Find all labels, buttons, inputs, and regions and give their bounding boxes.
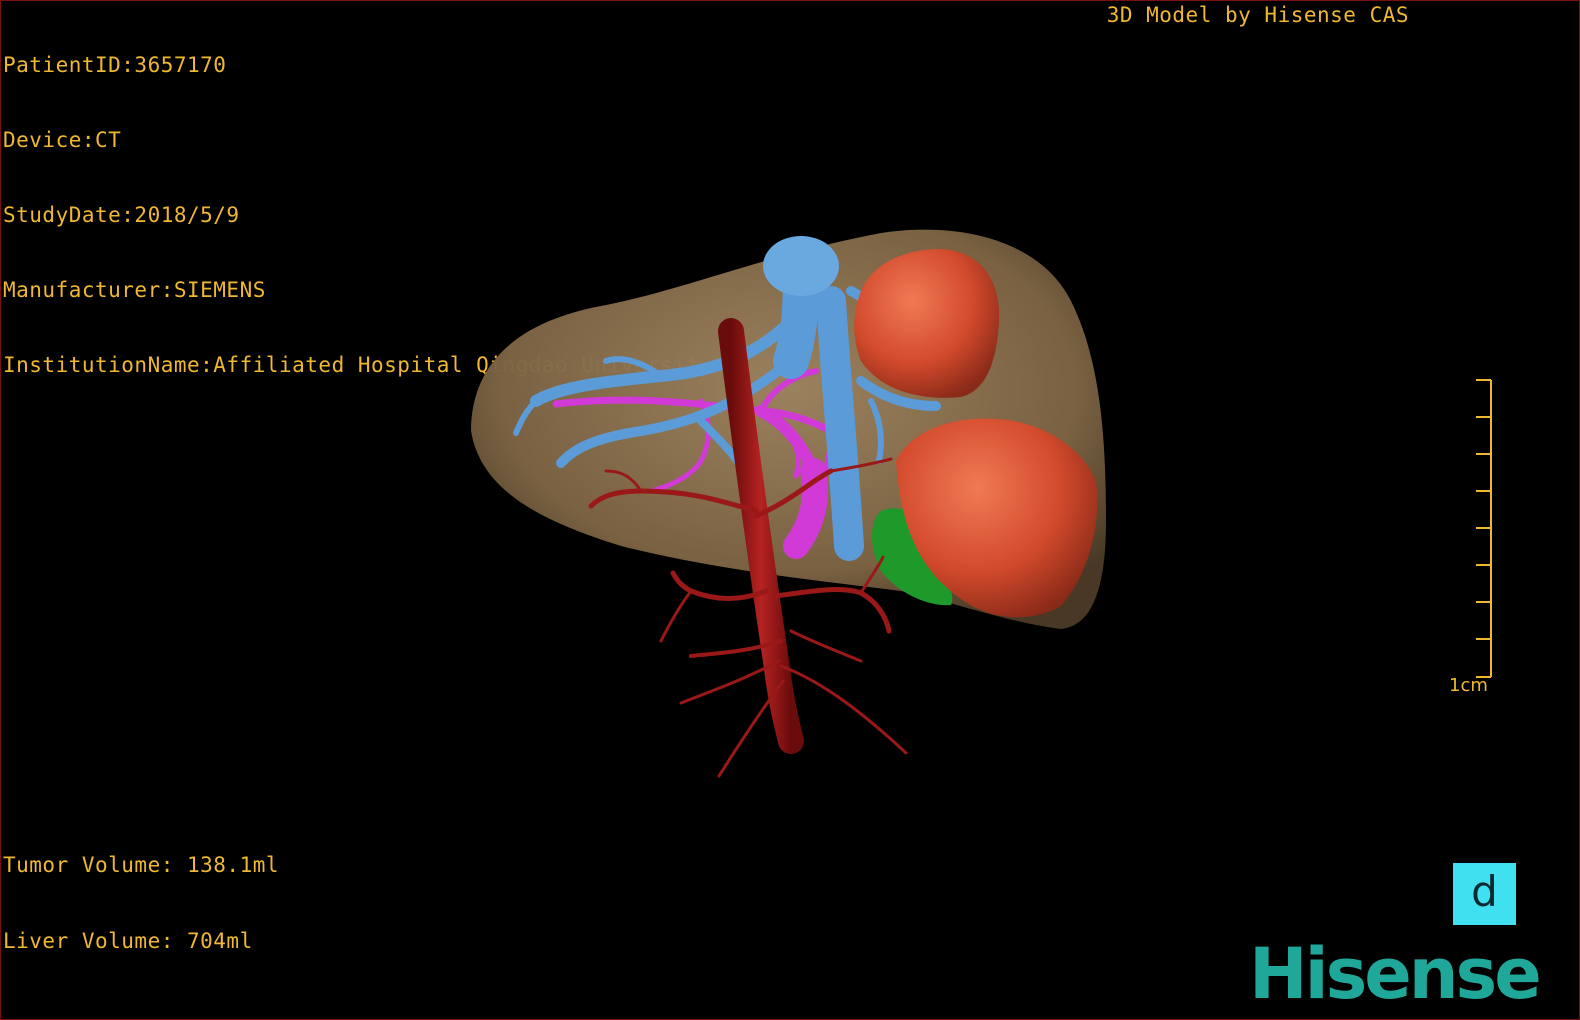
vena-cava-top: [763, 236, 839, 296]
volume-readout: Tumor Volume: 138.1ml Liver Volume: 704m…: [3, 803, 279, 1005]
view-orientation-badge[interactable]: d: [1453, 863, 1516, 925]
3d-viewport[interactable]: PatientID:3657170 Device:CT StudyDate:20…: [0, 0, 1580, 1020]
scale-bar: [1476, 379, 1492, 678]
tumor-upper: [854, 249, 1000, 398]
tumor-volume: Tumor Volume: 138.1ml: [3, 853, 280, 877]
hisense-logo: Hisense: [1249, 933, 1542, 1015]
scale-bar-label: 1cm: [1449, 675, 1488, 696]
liver-volume: Liver Volume: 704ml: [3, 929, 253, 953]
